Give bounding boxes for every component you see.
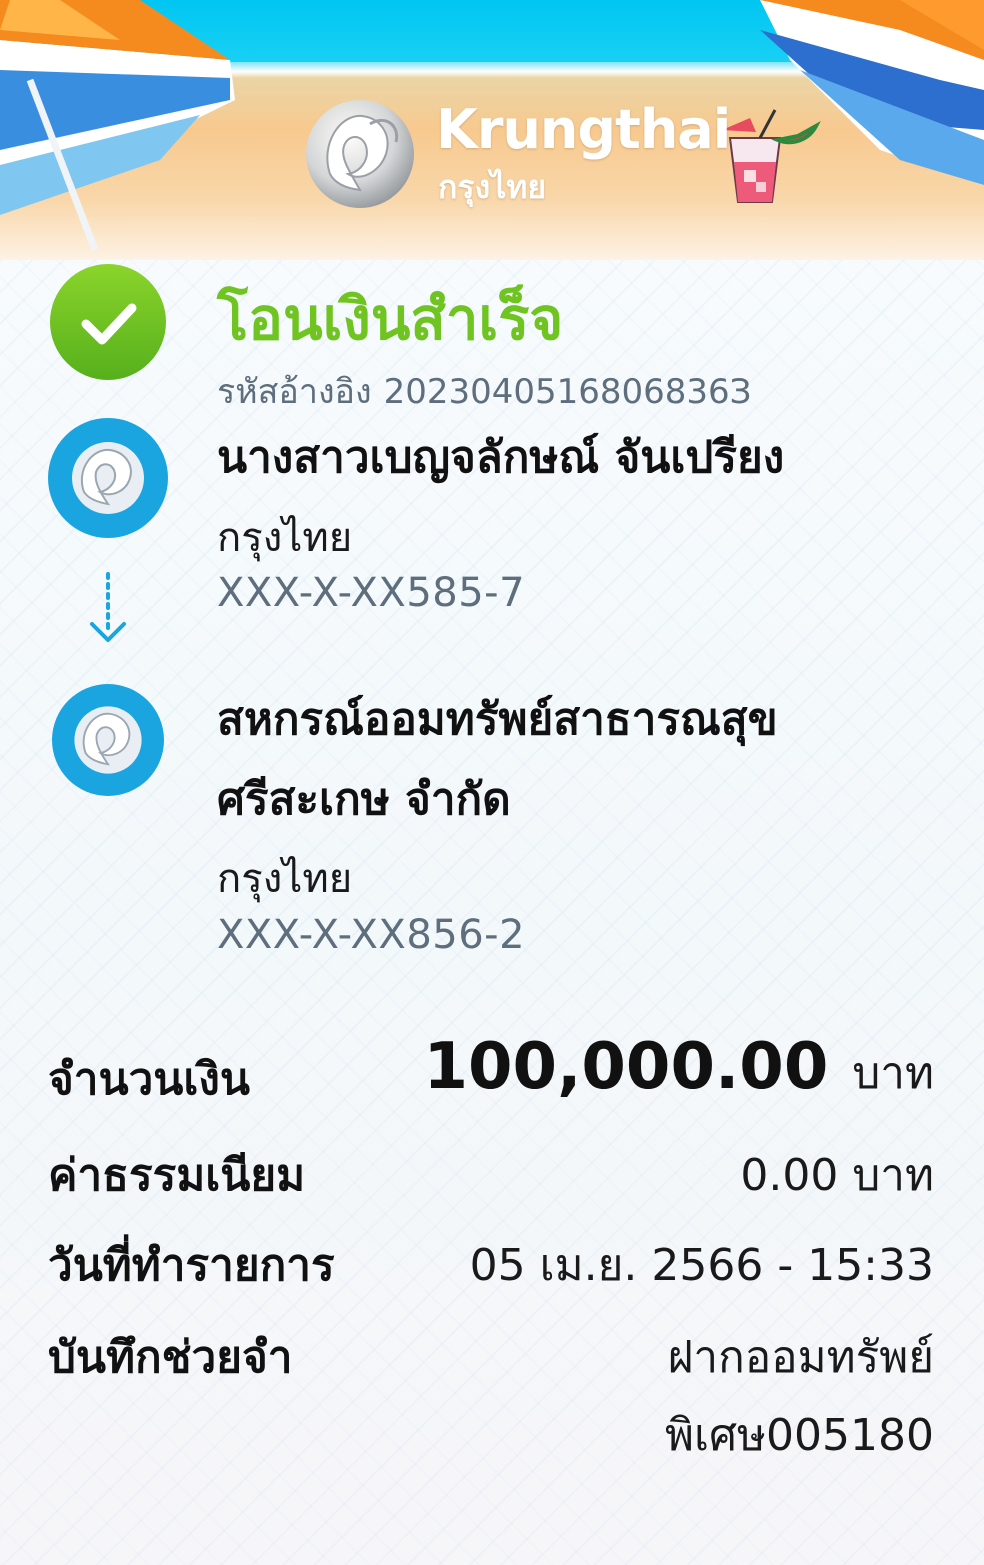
fee-label: ค่าธรรมเนียม bbox=[48, 1150, 306, 1201]
reference-line: รหัสอ้างอิง 2023040516806836З bbox=[217, 364, 763, 418]
date-label: วันที่ทำรายการ bbox=[48, 1240, 335, 1291]
receiver-name-line1: สหกรณ์ออมทรัพย์สาธารณสุข bbox=[217, 694, 778, 745]
memo-value-line2: พิเศษ005180 bbox=[665, 1410, 934, 1461]
phoenix-logo-icon bbox=[306, 100, 414, 208]
receiver-account: XXX-X-XX856-2 bbox=[217, 912, 526, 958]
sender-account: XXX-X-XX585-7 bbox=[217, 570, 526, 616]
date-value: 05 เม.ย. 2566 - 15:33 bbox=[469, 1240, 934, 1291]
reference-label: รหัสอ้างอิง bbox=[217, 372, 372, 412]
success-check-icon bbox=[50, 264, 166, 380]
sender-bank-icon bbox=[48, 418, 168, 538]
transfer-success-title: โอนเงินสำเร็จ bbox=[217, 285, 564, 353]
brand-name-th: กรุงไทย bbox=[438, 168, 547, 206]
amount-unit: บาท bbox=[852, 1048, 934, 1099]
beach-banner: Krungthai กรุงไทย bbox=[0, 0, 984, 300]
amount-value-group: 100,000.00 บาท bbox=[423, 1030, 934, 1108]
memo-label: บันทึกช่วยจำ bbox=[48, 1332, 293, 1383]
amount-label: จำนวนเงิน bbox=[48, 1054, 250, 1105]
fee-value: 0.00 บาท bbox=[740, 1150, 934, 1201]
sender-name: นางสาวเบญจลักษณ์ จันเปรียง bbox=[217, 432, 785, 483]
krungthai-logo: Krungthai กรุงไทย bbox=[300, 92, 731, 222]
memo-value-line1: ฝากออมทรัพย์ bbox=[667, 1332, 934, 1383]
sender-bank: กรุงไทย bbox=[217, 515, 353, 561]
receiver-bank: กรุงไทย bbox=[217, 856, 353, 902]
receiver-bank-icon bbox=[52, 684, 164, 796]
reference-code: 2023040516806836З bbox=[383, 372, 752, 412]
arrow-down-icon bbox=[90, 572, 126, 642]
receiver-name-line2: ศรีสะเกษ จำกัด bbox=[217, 774, 511, 825]
amount-value: 100,000.00 bbox=[423, 1030, 829, 1104]
brand-name-en: Krungthai bbox=[436, 98, 731, 161]
